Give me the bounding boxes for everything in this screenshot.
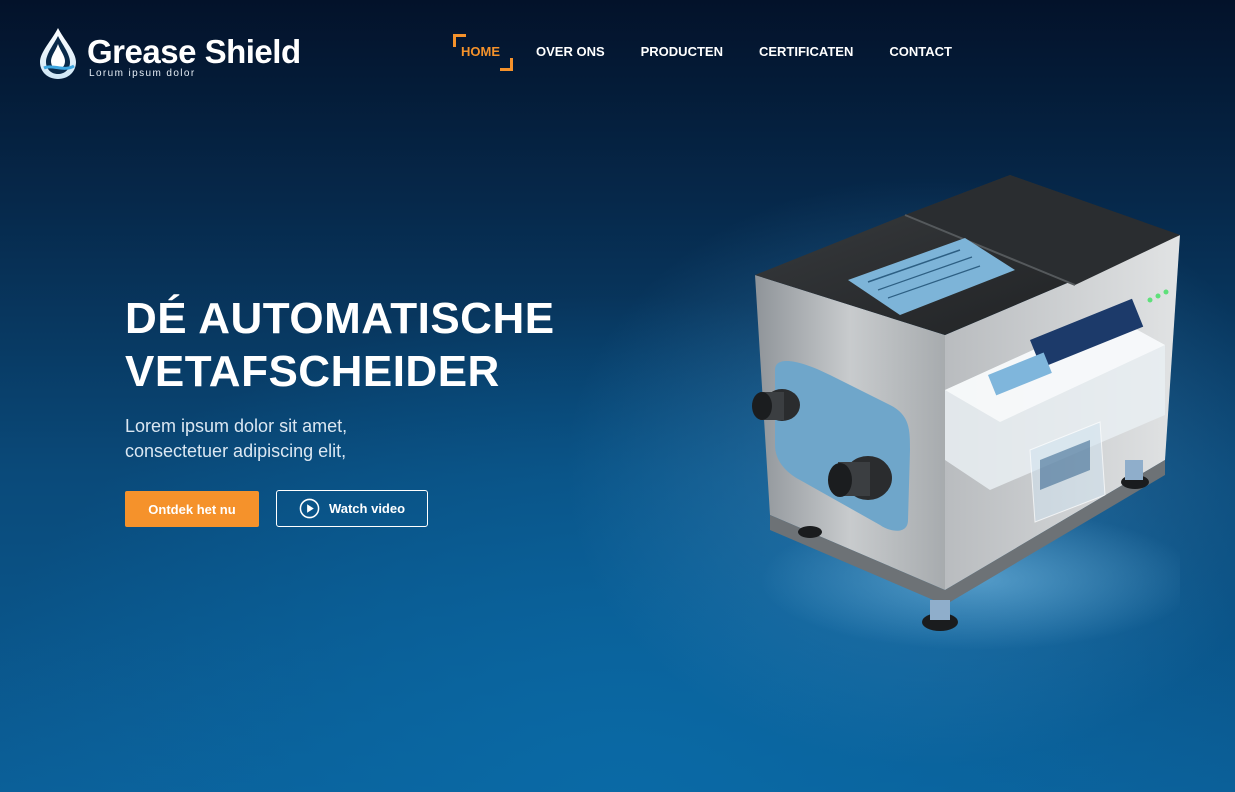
hero-subtitle-line-2: consectetuer adipiscing elit, (125, 441, 347, 461)
hero-title-line-2: VETAFSCHEIDER (125, 347, 500, 396)
brand-tagline: Lorum ipsum dolor (89, 68, 196, 79)
active-corner-bottom-right (500, 58, 513, 71)
hero-title-line-1: DÉ AUTOMATISCHE (125, 294, 555, 343)
brand-logo[interactable]: Grease Shield Lorum ipsum dolor (38, 24, 328, 84)
water-drop-icon (40, 28, 76, 79)
hero-title: DÉ AUTOMATISCHE VETAFSCHEIDER (125, 292, 555, 398)
hero-subtitle: Lorem ipsum dolor sit amet, consectetuer… (125, 414, 347, 464)
play-icon (299, 498, 320, 519)
discover-button[interactable]: Ontdek het nu (125, 491, 259, 527)
active-corner-top-left (453, 34, 466, 47)
nav-item-label: HOME (461, 44, 500, 59)
nav-item-producten[interactable]: PRODUCTEN (623, 36, 741, 70)
nav-item-label: PRODUCTEN (640, 44, 723, 59)
main-nav: HOME OVER ONS PRODUCTEN CERTIFICATEN CON… (450, 34, 970, 71)
nav-item-label: CERTIFICATEN (758, 44, 854, 59)
watch-video-label: Watch video (328, 501, 406, 516)
nav-item-certificaten[interactable]: CERTIFICATEN (741, 36, 871, 70)
nav-item-contact[interactable]: CONTACT (871, 36, 970, 70)
nav-item-label: CONTACT (889, 44, 952, 59)
nav-item-over-ons[interactable]: OVER ONS (518, 36, 623, 70)
watch-video-button[interactable]: Watch video (276, 490, 428, 527)
nav-item-home[interactable]: HOME (450, 34, 513, 71)
hero-subtitle-line-1: Lorem ipsum dolor sit amet, (125, 416, 348, 436)
nav-item-label: OVER ONS (536, 44, 605, 59)
brand-name: Grease Shield (87, 33, 301, 70)
product-image (752, 175, 1180, 650)
